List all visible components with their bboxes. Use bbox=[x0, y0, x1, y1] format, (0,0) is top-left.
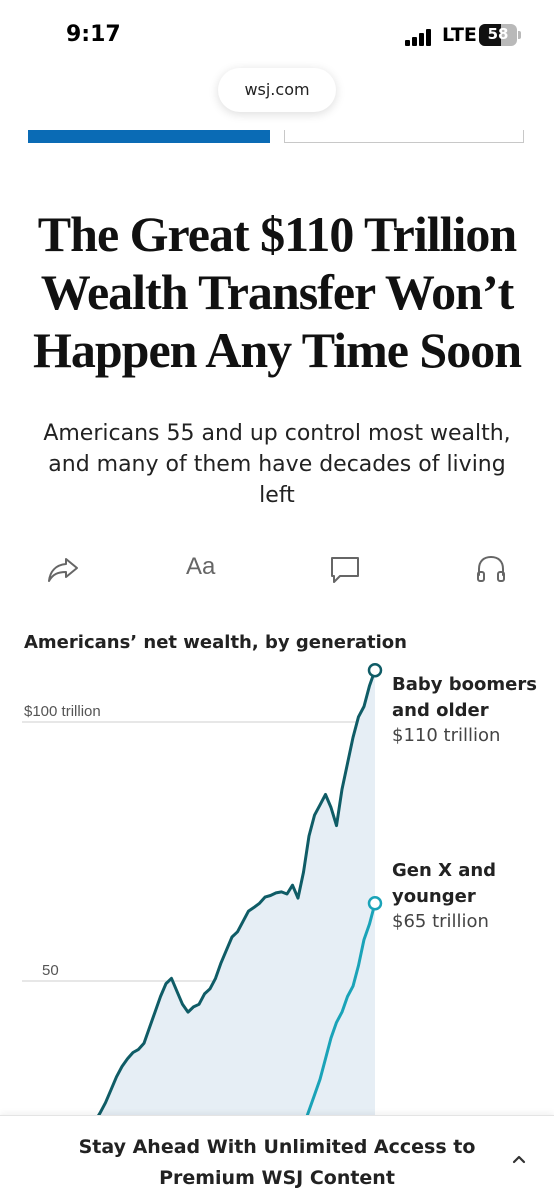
comment-bubble-icon[interactable] bbox=[328, 553, 362, 585]
article-headline: The Great $110 Trillion Wealth Transfer … bbox=[32, 206, 522, 378]
headphones-icon[interactable] bbox=[474, 553, 508, 585]
boomers-end-marker bbox=[367, 662, 383, 678]
reading-progress-remaining bbox=[284, 130, 524, 143]
share-arrow-icon[interactable] bbox=[46, 553, 80, 585]
genx-end-marker bbox=[367, 896, 383, 911]
chart-title: Americans’ net wealth, by generation bbox=[24, 632, 407, 653]
wealth-line-chart: $100 trillion 50 Baby boomers and older … bbox=[22, 662, 537, 1130]
chevron-up-icon[interactable] bbox=[509, 1152, 529, 1166]
genx-label-line1: Gen X and bbox=[392, 860, 496, 881]
article-subheadline: Americans 55 and up control most wealth,… bbox=[43, 421, 511, 508]
boomers-area bbox=[89, 670, 375, 1130]
subscribe-banner[interactable]: Stay Ahead With Unlimited Access to Prem… bbox=[0, 1115, 554, 1201]
battery-tip bbox=[518, 31, 521, 39]
y-tick-label-100: $100 trillion bbox=[24, 703, 101, 720]
status-bar: 9:17 LTE 58 bbox=[0, 0, 554, 70]
text-size-button[interactable]: Aa bbox=[186, 553, 215, 581]
genx-label-line2: younger bbox=[392, 886, 476, 907]
y-tick-label-50: 50 bbox=[42, 962, 59, 979]
boomers-value-label: $110 trillion bbox=[392, 725, 500, 746]
battery-level: 58 bbox=[487, 25, 509, 43]
network-type: LTE bbox=[442, 24, 477, 46]
status-time: 9:17 bbox=[66, 22, 121, 47]
signal-strength-icon bbox=[405, 28, 435, 46]
boomers-label-line2: and older bbox=[392, 700, 489, 721]
reading-progress-current bbox=[28, 130, 270, 143]
subscribe-banner-text[interactable]: Stay Ahead With Unlimited Access to Prem… bbox=[60, 1132, 494, 1194]
battery-icon: 58 bbox=[479, 24, 517, 46]
url-bar[interactable]: wsj.com bbox=[218, 68, 336, 112]
genx-value-label: $65 trillion bbox=[392, 911, 489, 932]
boomers-label-line1: Baby boomers bbox=[392, 674, 537, 695]
